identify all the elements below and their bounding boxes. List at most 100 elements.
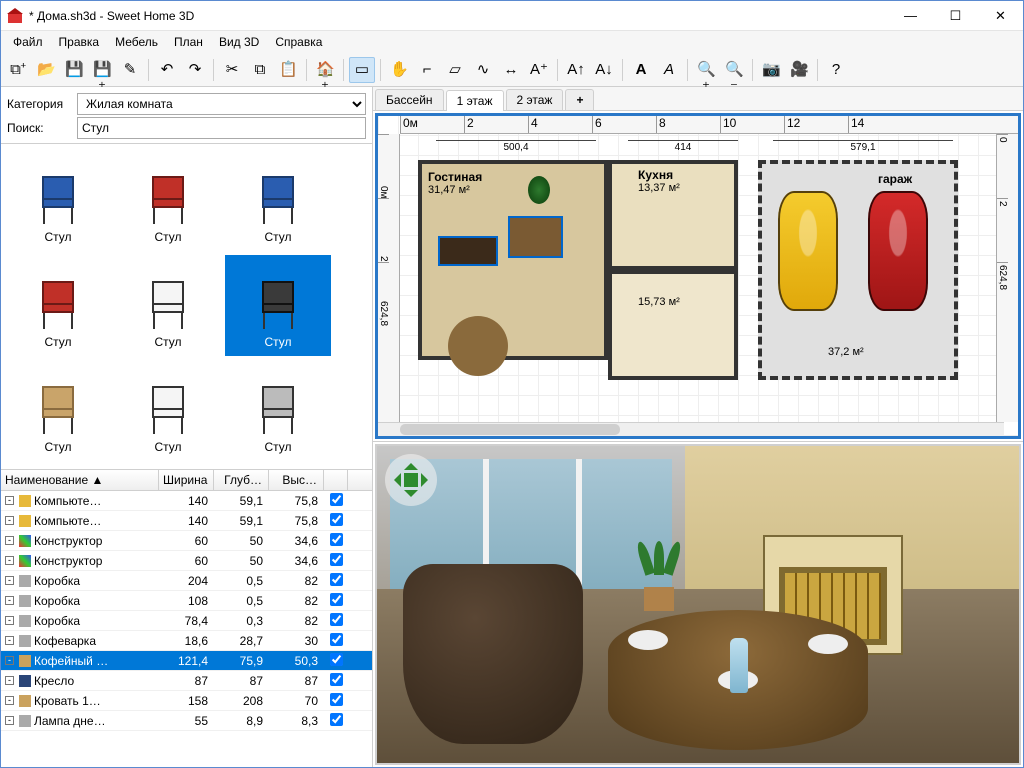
plan-car-yellow[interactable] [778, 191, 838, 311]
tab-floor2[interactable]: 2 этаж [506, 89, 564, 110]
visible-checkbox[interactable] [330, 673, 343, 686]
nav-left-icon[interactable] [387, 473, 401, 487]
visible-checkbox[interactable] [330, 513, 343, 526]
close-button[interactable]: ✕ [978, 1, 1023, 30]
col-depth[interactable]: Глуб… [214, 470, 269, 490]
zoom-out-icon[interactable]: 🔍⁻ [721, 57, 747, 83]
menu-help[interactable]: Справка [267, 31, 330, 53]
col-width[interactable]: Ширина [159, 470, 214, 490]
open-icon[interactable]: 📂 [33, 57, 59, 83]
copy-icon[interactable]: ⧉ [247, 57, 273, 83]
bold-icon[interactable]: A [628, 57, 654, 83]
catalog-item[interactable]: Стул [225, 360, 331, 461]
view3d[interactable] [375, 444, 1021, 765]
text-smaller-icon[interactable]: A↓ [591, 57, 617, 83]
col-name[interactable]: Наименование ▲ [1, 470, 159, 490]
table-row[interactable]: -Компьюте…14059,175,8 [1, 511, 372, 531]
wall-tool-icon[interactable]: ⌐ [414, 57, 440, 83]
visible-checkbox[interactable] [330, 553, 343, 566]
plan-sofa[interactable] [438, 236, 498, 266]
catalog-item[interactable]: Стул [225, 150, 331, 251]
undo-icon[interactable]: ↶ [154, 57, 180, 83]
dimension: 500,4 [436, 140, 596, 153]
catalog-item[interactable]: Стул [115, 360, 221, 461]
furniture-table[interactable]: Наименование ▲ Ширина Глуб… Выс… -Компью… [1, 469, 372, 767]
visible-checkbox[interactable] [330, 593, 343, 606]
nav-up-icon[interactable] [404, 456, 418, 470]
video-icon[interactable]: 🎥 [786, 57, 812, 83]
visible-checkbox[interactable] [330, 533, 343, 546]
cut-icon[interactable]: ✂ [219, 57, 245, 83]
visible-checkbox[interactable] [330, 653, 343, 666]
plan-table-selected[interactable] [508, 216, 563, 258]
nav-center-icon[interactable] [404, 473, 418, 487]
menu-file[interactable]: Файл [5, 31, 51, 53]
plan-view[interactable]: 0м2468101214 0м2624,8 02624,8 500,4 414 … [375, 113, 1021, 439]
visible-checkbox[interactable] [330, 693, 343, 706]
category-select[interactable]: Жилая комната [77, 93, 366, 115]
visible-checkbox[interactable] [330, 713, 343, 726]
3d-nav-rose[interactable] [385, 454, 437, 506]
catalog-item[interactable]: Стул [5, 150, 111, 251]
add-furn-icon[interactable]: 🏠⁺ [312, 57, 338, 83]
minimize-button[interactable]: — [888, 1, 933, 30]
search-input[interactable] [77, 117, 366, 139]
table-row[interactable]: -Лампа дне…558,98,3 [1, 711, 372, 731]
catalog-item[interactable]: Стул [5, 255, 111, 356]
menu-edit[interactable]: Правка [51, 31, 108, 53]
table-row[interactable]: -Коробка78,40,382 [1, 611, 372, 631]
menu-plan[interactable]: План [166, 31, 211, 53]
table-row[interactable]: -Кофейный …121,475,950,3 [1, 651, 372, 671]
tab-pool[interactable]: Бассейн [375, 89, 444, 110]
plan-round-table[interactable] [448, 316, 508, 376]
menu-3d[interactable]: Вид 3D [211, 31, 267, 53]
table-row[interactable]: -Конструктор605034,6 [1, 531, 372, 551]
table-row[interactable]: -Компьюте…14059,175,8 [1, 491, 372, 511]
text-bigger-icon[interactable]: A↑ [563, 57, 589, 83]
nav-down-icon[interactable] [404, 490, 418, 504]
polyline-tool-icon[interactable]: ∿ [470, 57, 496, 83]
room-tool-icon[interactable]: ▱ [442, 57, 468, 83]
saveas-icon[interactable]: 💾⁺ [89, 57, 115, 83]
dim-tool-icon[interactable]: ↔︎ [498, 57, 524, 83]
table-row[interactable]: -Кровать 1…15820870 [1, 691, 372, 711]
text-add-icon[interactable]: A⁺ [526, 57, 552, 83]
visible-checkbox[interactable] [330, 633, 343, 646]
select-tool-icon[interactable]: ▭ [349, 57, 375, 83]
table-row[interactable]: -Коробка1080,582 [1, 591, 372, 611]
table-row[interactable]: -Кресло878787 [1, 671, 372, 691]
table-row[interactable]: -Кофеварка18,628,730 [1, 631, 372, 651]
catalog-item[interactable]: Стул [115, 255, 221, 356]
visible-checkbox[interactable] [330, 613, 343, 626]
table-row[interactable]: -Конструктор605034,6 [1, 551, 372, 571]
catalog-item[interactable]: Стул [115, 150, 221, 251]
tab-floor1[interactable]: 1 этаж [446, 90, 504, 111]
new-icon[interactable]: ⧉⁺ [5, 57, 31, 83]
plan-car-red[interactable] [868, 191, 928, 311]
zoom-in-icon[interactable]: 🔍⁺ [693, 57, 719, 83]
redo-icon[interactable]: ↷ [182, 57, 208, 83]
prefs-icon[interactable]: ✎ [117, 57, 143, 83]
maximize-button[interactable]: ☐ [933, 1, 978, 30]
plan-scroll-horizontal[interactable] [378, 422, 1004, 436]
catalog-item[interactable]: Стул [5, 360, 111, 461]
menu-furn[interactable]: Мебель [107, 31, 166, 53]
paste-icon[interactable]: 📋 [275, 57, 301, 83]
col-height[interactable]: Выс… [269, 470, 324, 490]
catalog-item[interactable]: Стул [225, 255, 331, 356]
photo-icon[interactable]: 📷 [758, 57, 784, 83]
table-row[interactable]: -Коробка2040,582 [1, 571, 372, 591]
help-icon[interactable]: ? [823, 57, 849, 83]
nav-right-icon[interactable] [421, 473, 435, 487]
col-visible[interactable] [324, 470, 348, 490]
room-living: Гостиная31,47 м² [428, 170, 482, 196]
tab-add[interactable]: + [565, 89, 594, 110]
pan-tool-icon[interactable]: ✋ [386, 57, 412, 83]
plan-plant[interactable] [528, 176, 550, 204]
visible-checkbox[interactable] [330, 493, 343, 506]
catalog-grid[interactable]: СтулСтулСтулСтулСтулСтулСтулСтулСтул [1, 144, 372, 469]
visible-checkbox[interactable] [330, 573, 343, 586]
italic-icon[interactable]: A [656, 57, 682, 83]
save-icon[interactable]: 💾 [61, 57, 87, 83]
3d-bottle [730, 638, 748, 693]
